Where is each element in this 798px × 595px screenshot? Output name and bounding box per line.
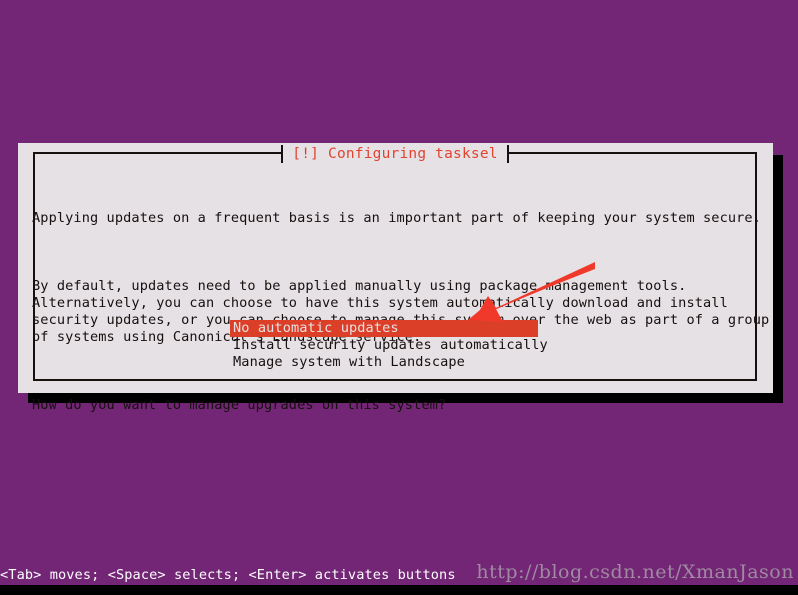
title-right-tick bbox=[506, 145, 509, 163]
installer-screen: [!] Configuring tasksel Applying updates… bbox=[0, 0, 798, 595]
title-left-tick bbox=[281, 145, 284, 163]
dialog-body-text: Applying updates on a frequent basis is … bbox=[32, 176, 769, 448]
dialog-question: How do you want to manage upgrades on th… bbox=[32, 397, 447, 413]
bottom-black-strip bbox=[0, 585, 798, 595]
dialog-title-bar: [!] Configuring tasksel bbox=[35, 144, 755, 164]
option-manage-system-with-landscape[interactable]: Manage system with Landscape bbox=[230, 354, 560, 371]
option-install-security-updates-automatically[interactable]: Install security updates automatically bbox=[230, 337, 560, 354]
upgrade-option-list[interactable]: No automatic updates Install security up… bbox=[230, 320, 560, 371]
option-no-automatic-updates[interactable]: No automatic updates bbox=[230, 320, 538, 337]
status-bar-hint: <Tab> moves; <Space> selects; <Enter> ac… bbox=[0, 567, 456, 583]
dialog-title: [!] Configuring tasksel bbox=[283, 144, 507, 164]
dialog-paragraph-1: Applying updates on a frequent basis is … bbox=[32, 210, 762, 226]
